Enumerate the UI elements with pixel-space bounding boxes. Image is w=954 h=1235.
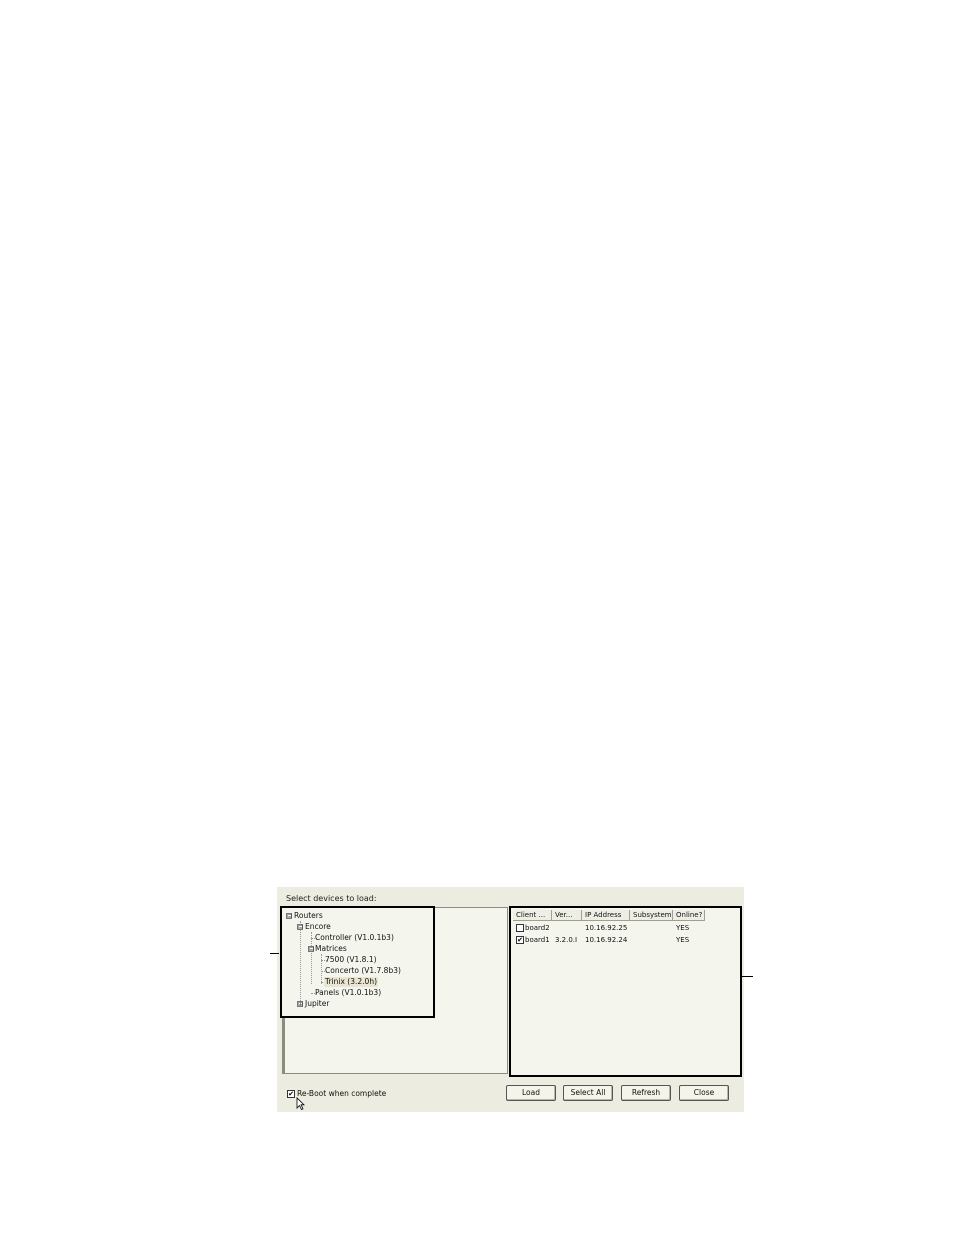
close-button[interactable]: Close bbox=[679, 1085, 729, 1101]
device-tree-pane[interactable]: ⊟ Routers ⊟ Encore Controller (V1.0.1b3)… bbox=[280, 906, 508, 1074]
client-name: board1 bbox=[525, 936, 550, 944]
tree-item-panels[interactable]: Panels (V1.0.1b3) bbox=[315, 988, 381, 998]
collapse-matrices-icon[interactable]: ⊟ bbox=[308, 946, 314, 953]
column-subsystem[interactable]: Subsystem bbox=[630, 910, 673, 921]
online-cell: YES bbox=[676, 924, 690, 932]
list-callout-line bbox=[742, 976, 753, 977]
tree-item-controller[interactable]: Controller (V1.0.1b3) bbox=[315, 933, 394, 943]
load-devices-dialog: Select devices to load: ⊟ Routers ⊟ Enco… bbox=[277, 887, 744, 1112]
tree-item-7500[interactable]: 7500 (V1.8.1) bbox=[325, 955, 377, 965]
client-cell: ✔ board1 bbox=[513, 935, 552, 946]
tree-item-routers[interactable]: Routers bbox=[294, 911, 323, 921]
row-checkbox[interactable] bbox=[516, 924, 524, 932]
tree-item-jupiter[interactable]: Jupiter bbox=[305, 999, 329, 1009]
dialog-caption: Select devices to load: bbox=[286, 894, 377, 903]
column-online[interactable]: Online? bbox=[673, 910, 705, 921]
table-row[interactable]: board2 10.16.92.25 YES bbox=[513, 923, 705, 934]
column-client[interactable]: Client ... bbox=[513, 910, 552, 921]
table-row[interactable]: ✔ board1 3.2.0.I 10.16.92.24 YES bbox=[513, 935, 705, 946]
checkmark-icon: ✔ bbox=[288, 1089, 294, 1098]
tree-line bbox=[300, 921, 301, 1007]
reboot-checkbox[interactable]: ✔ bbox=[287, 1089, 295, 1098]
load-button[interactable]: Load bbox=[506, 1085, 556, 1101]
ip-cell: 10.16.92.25 bbox=[585, 924, 628, 932]
column-version[interactable]: Ver... bbox=[552, 910, 582, 921]
client-list[interactable]: Client ... Ver... IP Address Subsystem O… bbox=[509, 906, 742, 1077]
column-ip-address[interactable]: IP Address bbox=[582, 910, 630, 921]
pane-divider bbox=[283, 1018, 285, 1073]
arrow-cursor-icon bbox=[296, 1097, 305, 1110]
tree-item-trinix[interactable]: Trinix (3.2.0h) bbox=[324, 977, 378, 987]
checkmark-icon: ✔ bbox=[517, 936, 523, 944]
ip-cell: 10.16.92.24 bbox=[585, 936, 628, 944]
online-cell: YES bbox=[676, 936, 690, 944]
row-checkbox-checked[interactable]: ✔ bbox=[516, 936, 524, 944]
tree-line bbox=[321, 954, 322, 984]
reboot-label: Re-Boot when complete bbox=[297, 1089, 387, 1098]
tree-item-concerto[interactable]: Concerto (V1.7.8b3) bbox=[325, 966, 401, 976]
expand-jupiter-icon[interactable]: ⊞ bbox=[297, 1001, 303, 1008]
tree-item-encore[interactable]: Encore bbox=[305, 922, 331, 932]
refresh-button[interactable]: Refresh bbox=[621, 1085, 671, 1101]
tree-line bbox=[311, 932, 312, 984]
select-all-button[interactable]: Select All bbox=[563, 1085, 613, 1101]
version-cell: 3.2.0.I bbox=[555, 936, 578, 944]
client-cell: board2 bbox=[513, 923, 552, 934]
collapse-encore-icon[interactable]: ⊟ bbox=[297, 924, 303, 931]
client-name: board2 bbox=[525, 924, 550, 932]
list-header: Client ... Ver... IP Address Subsystem O… bbox=[513, 910, 705, 921]
tree-item-matrices[interactable]: Matrices bbox=[315, 944, 347, 954]
collapse-routers-icon[interactable]: ⊟ bbox=[286, 913, 292, 920]
tree-callout-line bbox=[270, 953, 279, 954]
